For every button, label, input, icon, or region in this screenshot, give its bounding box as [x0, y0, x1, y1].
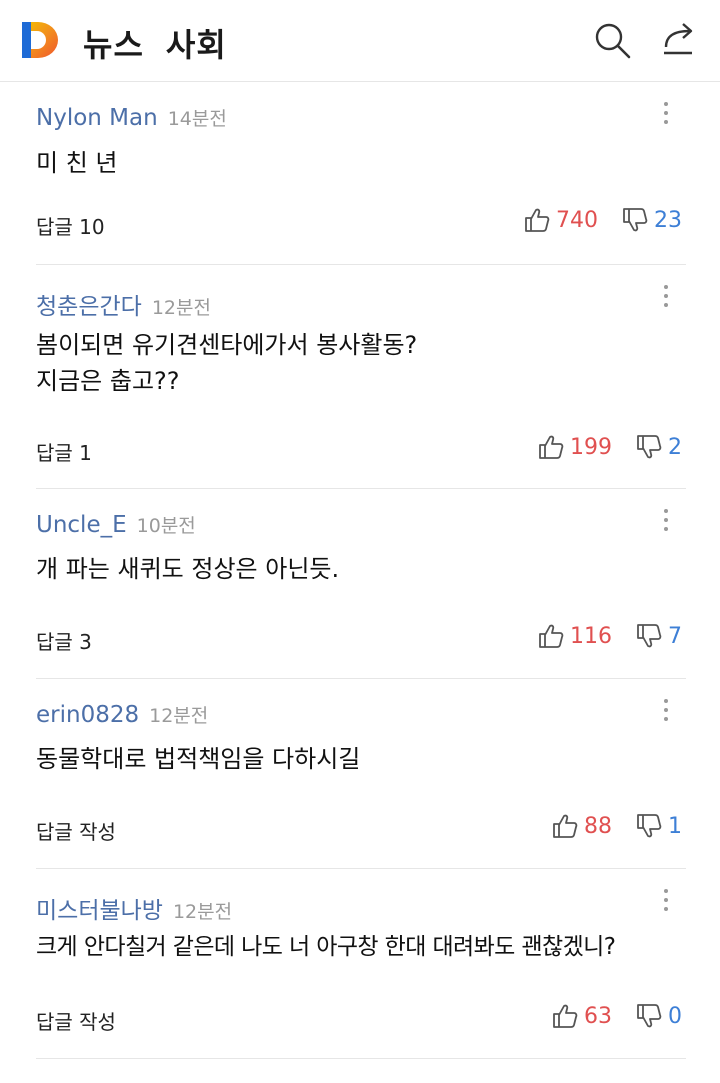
- share-icon[interactable]: [656, 20, 696, 60]
- more-options-icon[interactable]: [656, 100, 676, 126]
- page-title: 뉴스 사회: [83, 20, 249, 66]
- comment-item: 미스터불나방 12분전 크게 안다칠거 같은데 나도 너 아구창 한대 대려봐도 …: [36, 869, 686, 1059]
- top-bar: 뉴스 사회: [0, 0, 720, 82]
- comment-item: 청춘은간다 12분전 봄이되면 유기견센타에가서 봉사활동? 지금은 춥고?? 답…: [36, 265, 686, 489]
- thumbs-up-icon: [539, 624, 564, 648]
- comment-author[interactable]: 미스터불나방: [36, 898, 163, 924]
- like-count: 88: [584, 813, 612, 839]
- vote-group: 740 23: [524, 207, 682, 233]
- comment-text: 미 친 년: [36, 149, 118, 177]
- thumbs-up-icon: [525, 208, 550, 232]
- comment-item: Uncle_E 10분전 개 파는 새퀴도 정상은 아닌듯. 답글 3 116 7: [36, 489, 686, 679]
- dislike-count: 7: [668, 623, 682, 649]
- comment-author[interactable]: Nylon Man: [36, 105, 158, 131]
- more-options-icon[interactable]: [656, 697, 676, 723]
- more-options-icon[interactable]: [656, 887, 676, 913]
- thumbs-down-icon: [637, 435, 662, 459]
- thumbs-up-icon: [553, 814, 578, 838]
- more-options-icon[interactable]: [656, 283, 676, 309]
- dislike-count: 2: [668, 434, 682, 460]
- dislike-button[interactable]: 23: [622, 207, 682, 233]
- comment-text: 동물학대로 법적책임을 다하시길: [36, 745, 361, 773]
- like-count: 63: [584, 1003, 612, 1029]
- dislike-count: 23: [654, 207, 682, 233]
- reply-button[interactable]: 답글 작성: [36, 1006, 116, 1035]
- dislike-button[interactable]: 0: [636, 1003, 682, 1029]
- thumbs-down-icon: [637, 624, 662, 648]
- dislike-count: 1: [668, 813, 682, 839]
- more-options-icon[interactable]: [656, 507, 676, 533]
- comment-author[interactable]: erin0828: [36, 702, 139, 728]
- reply-button[interactable]: 답글 1: [36, 437, 92, 466]
- dislike-button[interactable]: 7: [636, 623, 682, 649]
- dislike-button[interactable]: 2: [636, 434, 682, 460]
- thumbs-down-icon: [637, 814, 662, 838]
- like-button[interactable]: 199: [538, 434, 612, 460]
- category-label[interactable]: 사회: [166, 26, 227, 64]
- thumbs-up-icon: [539, 435, 564, 459]
- vote-group: 63 0: [552, 1003, 682, 1029]
- comment-item: erin0828 12분전 동물학대로 법적책임을 다하시길 답글 작성 88 1: [36, 679, 686, 869]
- reply-button[interactable]: 답글 작성: [36, 816, 116, 845]
- comment-time: 12분전: [172, 901, 233, 923]
- like-button[interactable]: 740: [524, 207, 598, 233]
- like-count: 116: [570, 623, 612, 649]
- reply-button[interactable]: 답글 10: [36, 211, 105, 240]
- thumbs-down-icon: [623, 208, 648, 232]
- comment-item: Nylon Man 14분전 미 친 년 답글 10 740 23: [36, 82, 686, 265]
- comment-time: 12분전: [149, 705, 209, 727]
- comment-time: 14분전: [167, 108, 227, 130]
- thumbs-down-icon: [637, 1004, 662, 1028]
- daum-logo[interactable]: [18, 18, 62, 62]
- comment-author[interactable]: Uncle_E: [36, 512, 127, 538]
- search-icon[interactable]: [592, 20, 632, 60]
- like-button[interactable]: 88: [552, 813, 612, 839]
- reply-button[interactable]: 답글 3: [36, 626, 92, 655]
- like-button[interactable]: 63: [552, 1003, 612, 1029]
- comment-text: 봄이되면 유기견센타에가서 봉사활동? 지금은 춥고??: [36, 331, 418, 395]
- thumbs-up-icon: [553, 1004, 578, 1028]
- comment-text: 개 파는 새퀴도 정상은 아닌듯.: [36, 555, 340, 583]
- like-count: 199: [570, 434, 612, 460]
- comment-author[interactable]: 청춘은간다: [36, 294, 142, 320]
- comment-list: Nylon Man 14분전 미 친 년 답글 10 740 23 청춘은간다 12…: [36, 82, 686, 1059]
- like-count: 740: [556, 207, 598, 233]
- comment-time: 12분전: [151, 297, 211, 319]
- section-label[interactable]: 뉴스: [83, 26, 144, 64]
- vote-group: 88 1: [552, 813, 682, 839]
- vote-group: 199 2: [538, 434, 682, 460]
- dislike-count: 0: [668, 1003, 682, 1029]
- comment-time: 10분전: [136, 515, 196, 537]
- dislike-button[interactable]: 1: [636, 813, 682, 839]
- comment-text: 크게 안다칠거 같은데 나도 너 아구창 한대 대려봐도 괜찮겠니?: [36, 934, 616, 960]
- vote-group: 116 7: [538, 623, 682, 649]
- like-button[interactable]: 116: [538, 623, 612, 649]
